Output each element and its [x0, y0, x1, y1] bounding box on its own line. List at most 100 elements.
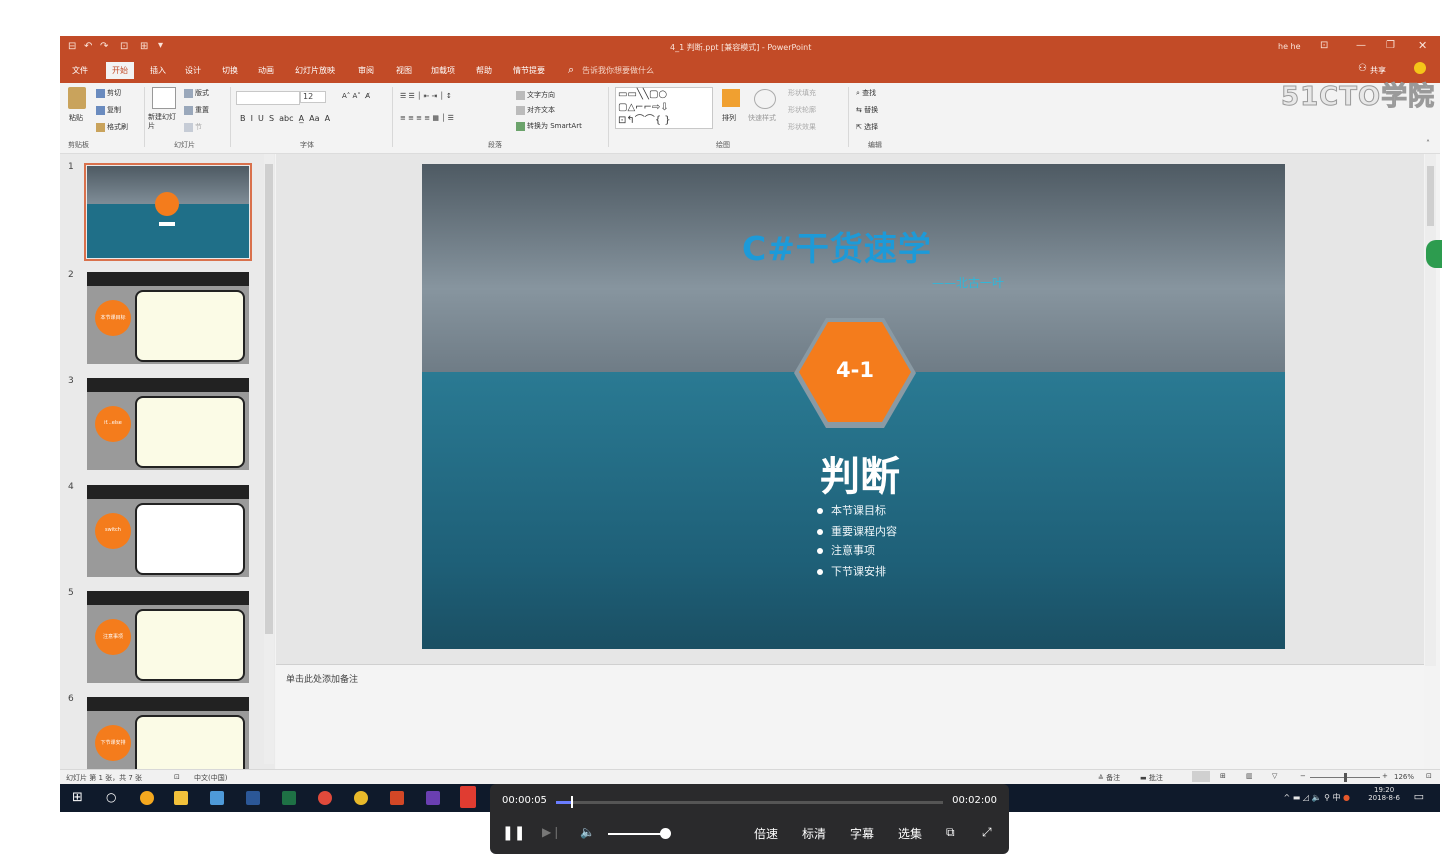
- copy-button[interactable]: 复制: [96, 105, 121, 115]
- new-slide-icon[interactable]: [152, 87, 176, 109]
- quick-styles-icon[interactable]: [754, 89, 776, 109]
- recorder-icon[interactable]: [460, 786, 476, 808]
- feedback-smiley-icon[interactable]: [1414, 62, 1426, 74]
- arrange-button[interactable]: 排列: [722, 113, 736, 123]
- customize-qat-icon[interactable]: ▾: [158, 40, 163, 51]
- language-indicator[interactable]: 中文(中国): [194, 773, 227, 783]
- subtitles-button[interactable]: 字幕: [850, 825, 874, 842]
- slide-heading[interactable]: 判断: [820, 444, 900, 502]
- comments-button[interactable]: ▬ 批注: [1140, 773, 1163, 783]
- bullet-item[interactable]: 重要课程内容: [817, 523, 897, 539]
- normal-view-icon[interactable]: [1192, 771, 1210, 782]
- zoom-level[interactable]: 126%: [1394, 773, 1414, 781]
- save-icon[interactable]: ⊟: [68, 41, 76, 52]
- from-current-icon[interactable]: ⊞: [140, 41, 148, 52]
- replace-button[interactable]: ⇆ 替换: [856, 105, 878, 115]
- slide-thumbnail-2[interactable]: 本节课目标: [87, 272, 249, 364]
- floating-side-tab[interactable]: [1426, 240, 1442, 268]
- current-slide[interactable]: C#干货速学 ——北古一叶 4-1 判断 本节课目标 重要课程内容 注意事项 下…: [422, 164, 1285, 649]
- slide-thumbnail-1[interactable]: [84, 163, 252, 261]
- font-name-input[interactable]: [236, 91, 300, 105]
- align-text-button[interactable]: 对齐文本: [516, 105, 555, 115]
- slide-thumbnail-6[interactable]: 下节课安排: [87, 697, 249, 769]
- action-center-icon[interactable]: ▭: [1414, 790, 1424, 803]
- user-name[interactable]: he he: [1278, 42, 1301, 51]
- progress-bar[interactable]: [556, 796, 943, 808]
- tab-storyboard[interactable]: 情节提要: [513, 65, 545, 76]
- font-size-input[interactable]: 12: [300, 91, 326, 103]
- spellcheck-icon[interactable]: ⊡: [174, 773, 180, 781]
- volume-knob[interactable]: [660, 828, 671, 839]
- text-direction-button[interactable]: 文字方向: [516, 90, 555, 100]
- zoom-slider-knob[interactable]: [1344, 773, 1347, 782]
- ribbon-display-icon[interactable]: ⊡: [1320, 40, 1328, 51]
- shape-fill-button[interactable]: 形状填充: [788, 88, 816, 98]
- close-icon[interactable]: ✕: [1418, 39, 1427, 52]
- smartart-button[interactable]: 转换为 SmartArt: [516, 121, 582, 131]
- share-button[interactable]: 共享: [1370, 65, 1386, 76]
- paste-button[interactable]: 粘贴: [69, 113, 83, 123]
- reading-view-icon[interactable]: ▥: [1246, 772, 1253, 780]
- fullscreen-icon[interactable]: ⤢: [982, 825, 992, 840]
- tab-review[interactable]: 审阅: [358, 65, 374, 76]
- slideshow-view-icon[interactable]: ▽: [1272, 772, 1277, 780]
- collapse-ribbon-icon[interactable]: ˄: [1426, 139, 1430, 148]
- file-explorer-icon[interactable]: [174, 791, 188, 805]
- shapes-gallery[interactable]: ▭▭╲╲▢○ ▢△⌐⌐⇨⇩ ⊡↰⌒⌒{ }: [615, 87, 713, 129]
- quick-styles-button[interactable]: 快速样式: [748, 113, 776, 123]
- notes-pane[interactable]: 单击此处添加备注: [276, 664, 1424, 770]
- volume-icon[interactable]: 🔈: [580, 825, 595, 839]
- select-button[interactable]: ⇱ 选择: [856, 122, 878, 132]
- tab-insert[interactable]: 插入: [150, 65, 166, 76]
- layout-button[interactable]: 版式: [184, 88, 209, 98]
- search-app-icon[interactable]: [140, 791, 154, 805]
- slide-subtitle[interactable]: ——北古一叶: [932, 274, 1004, 291]
- slide-thumbnail-3[interactable]: if...else: [87, 378, 249, 470]
- tab-view[interactable]: 视图: [396, 65, 412, 76]
- reset-button[interactable]: 重置: [184, 105, 209, 115]
- section-button[interactable]: 节: [184, 122, 202, 132]
- cut-button[interactable]: 剪切: [96, 88, 121, 98]
- bullet-item[interactable]: 本节课目标: [817, 502, 886, 518]
- scrollbar-thumb[interactable]: [1427, 166, 1434, 226]
- tab-help[interactable]: 帮助: [476, 65, 492, 76]
- thumbnail-scrollbar[interactable]: [264, 154, 274, 764]
- system-tray[interactable]: ^ ▬ ◿ 🔈 ⚲ 中 ●: [1284, 792, 1350, 803]
- shape-effects-button[interactable]: 形状效果: [788, 122, 816, 132]
- font-size-buttons[interactable]: A˄ A˅ A̸: [342, 92, 370, 100]
- zoom-in-icon[interactable]: +: [1382, 772, 1388, 780]
- slide-thumbnail-5[interactable]: 注意事项: [87, 591, 249, 683]
- browser-icon[interactable]: [354, 791, 368, 805]
- shape-outline-button[interactable]: 形状轮廓: [788, 105, 816, 115]
- bullet-item[interactable]: 注意事项: [817, 542, 875, 558]
- app-icon[interactable]: [210, 791, 224, 805]
- start-slideshow-icon[interactable]: ⊡: [120, 41, 128, 52]
- quality-button[interactable]: 标清: [802, 825, 826, 842]
- redo-icon[interactable]: ↷: [100, 41, 108, 52]
- tab-transitions[interactable]: 切换: [222, 65, 238, 76]
- find-button[interactable]: ⌕ 查找: [856, 88, 876, 98]
- minimize-icon[interactable]: —: [1356, 40, 1366, 51]
- tell-me-input[interactable]: 告诉我你想要做什么: [582, 65, 654, 76]
- system-clock[interactable]: 19:20 2018-8-6: [1368, 786, 1400, 802]
- scrollbar-thumb[interactable]: [265, 164, 273, 634]
- format-painter-button[interactable]: 格式刷: [96, 122, 128, 132]
- excel-icon[interactable]: [282, 791, 296, 805]
- list-buttons[interactable]: ☰ ☰ │ ⇤ ⇥ │ ↕: [400, 92, 452, 100]
- notes-button[interactable]: ≙ 备注: [1098, 773, 1120, 783]
- align-buttons[interactable]: ≡ ≡ ≡ ≡ ▦ │ ☰: [400, 114, 454, 122]
- tab-design[interactable]: 设计: [185, 65, 201, 76]
- speed-button[interactable]: 倍速: [754, 825, 778, 842]
- tab-animations[interactable]: 动画: [258, 65, 274, 76]
- undo-icon[interactable]: ↶: [84, 41, 92, 52]
- pip-icon[interactable]: ⧉: [946, 825, 955, 840]
- maximize-icon[interactable]: ❐: [1386, 40, 1395, 51]
- tab-slideshow[interactable]: 幻灯片放映: [295, 65, 335, 76]
- chrome-icon[interactable]: [318, 791, 332, 805]
- tab-addins[interactable]: 加载项: [431, 65, 455, 76]
- tab-file[interactable]: 文件: [72, 65, 88, 76]
- volume-slider[interactable]: [608, 833, 665, 835]
- antivirus-icon[interactable]: ●: [1343, 793, 1350, 802]
- ime-indicator[interactable]: 中: [1332, 793, 1340, 802]
- font-format-buttons[interactable]: B I U S abc A̲ Aa A: [240, 114, 330, 123]
